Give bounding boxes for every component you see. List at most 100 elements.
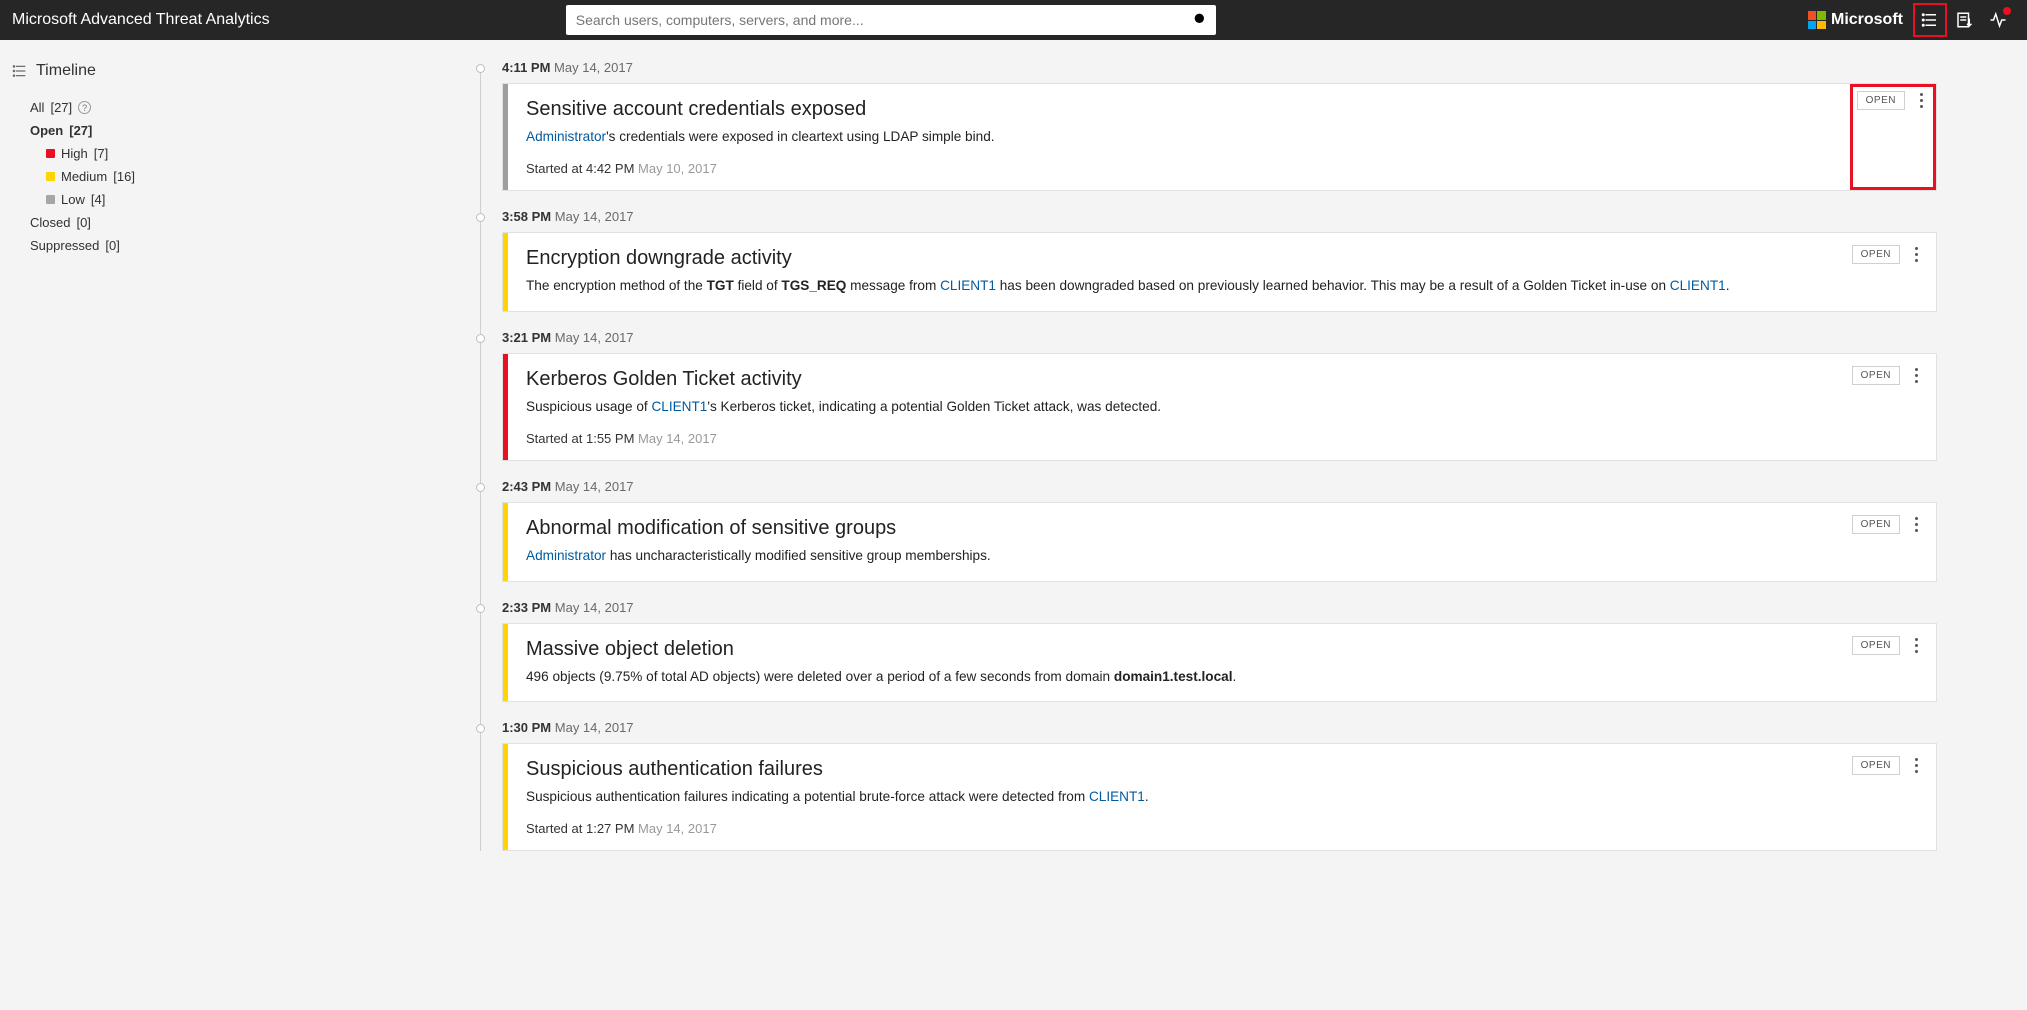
- health-alert-badge: [2003, 7, 2011, 15]
- entry-ts: 2:33 PM May 14, 2017: [502, 600, 1937, 615]
- more-menu-icon[interactable]: [1908, 245, 1924, 262]
- filter-closed-label: Closed: [30, 215, 70, 230]
- entry-time: 3:21 PM: [502, 330, 551, 345]
- search-input[interactable]: [566, 5, 1216, 35]
- card-actions: OPEN: [1852, 503, 1936, 580]
- entity-link[interactable]: Administrator: [526, 129, 606, 144]
- alert-card[interactable]: Kerberos Golden Ticket activity Suspicio…: [502, 353, 1937, 461]
- more-menu-icon[interactable]: [1908, 636, 1924, 653]
- filter-closed-count: [0]: [76, 215, 90, 230]
- started-time: 1:55 PM: [586, 431, 634, 446]
- severity-medium-icon: [46, 172, 55, 181]
- card-actions: OPEN: [1850, 84, 1936, 190]
- alert-card[interactable]: Abnormal modification of sensitive group…: [502, 502, 1937, 581]
- filter-open-count: [27]: [69, 123, 92, 138]
- filter-suppressed-count: [0]: [105, 238, 119, 253]
- microsoft-squares-icon: [1808, 11, 1826, 29]
- entry-date: May 14, 2017: [555, 479, 634, 494]
- filter-closed[interactable]: Closed [0]: [12, 211, 464, 234]
- alert-title: Suspicious authentication failures: [526, 758, 1834, 781]
- filter-suppressed-label: Suppressed: [30, 238, 99, 253]
- entry-ts: 4:11 PM May 14, 2017: [502, 60, 1937, 75]
- filter-all[interactable]: All [27] ?: [12, 96, 464, 119]
- entity-link[interactable]: CLIENT1: [651, 399, 707, 414]
- entry-date: May 14, 2017: [555, 209, 634, 224]
- alert-title: Sensitive account credentials exposed: [526, 98, 1832, 121]
- timeline-entry: 3:58 PM May 14, 2017 Encryption downgrad…: [480, 209, 1937, 311]
- filter-list: All [27] ? Open [27] High [7] Medium [16…: [12, 96, 464, 257]
- entry-time: 2:43 PM: [502, 479, 551, 494]
- timeline-node-icon: [476, 604, 485, 613]
- alert-card[interactable]: Massive object deletion 496 objects (9.7…: [502, 623, 1937, 702]
- alert-card[interactable]: Sensitive account credentials exposed Ad…: [502, 83, 1937, 191]
- sidebar-title-text: Timeline: [36, 62, 96, 80]
- entry-ts: 1:30 PM May 14, 2017: [502, 720, 1937, 735]
- timeline-icon: [12, 63, 28, 79]
- entry-time: 3:58 PM: [502, 209, 551, 224]
- entry-date: May 14, 2017: [555, 600, 634, 615]
- timeline-node-icon: [476, 64, 485, 73]
- status-open-button[interactable]: OPEN: [1852, 756, 1900, 775]
- alert-desc: 496 objects (9.75% of total AD objects) …: [526, 667, 1834, 687]
- health-icon[interactable]: [1981, 3, 2015, 37]
- filter-medium[interactable]: Medium [16]: [12, 165, 464, 188]
- filter-high-label: High: [61, 146, 88, 161]
- timeline-entry: 1:30 PM May 14, 2017 Suspicious authenti…: [480, 720, 1937, 851]
- timeline-entry: 4:11 PM May 14, 2017 Sensitive account c…: [480, 60, 1937, 191]
- card-actions: OPEN: [1852, 354, 1936, 460]
- card-actions: OPEN: [1852, 624, 1936, 701]
- status-open-button[interactable]: OPEN: [1852, 636, 1900, 655]
- timeline-entry: 2:43 PM May 14, 2017 Abnormal modificati…: [480, 479, 1937, 581]
- filter-low[interactable]: Low [4]: [12, 188, 464, 211]
- status-open-button[interactable]: OPEN: [1852, 515, 1900, 534]
- reports-icon[interactable]: [1947, 3, 1981, 37]
- started-time: 1:27 PM: [586, 821, 634, 836]
- filter-open[interactable]: Open [27]: [12, 119, 464, 142]
- timeline-node-icon: [476, 483, 485, 492]
- alert-card[interactable]: Encryption downgrade activity The encryp…: [502, 232, 1937, 311]
- filter-high[interactable]: High [7]: [12, 142, 464, 165]
- card-actions: OPEN: [1852, 233, 1936, 310]
- severity-low-icon: [46, 195, 55, 204]
- more-menu-icon[interactable]: [1908, 756, 1924, 773]
- alert-title: Abnormal modification of sensitive group…: [526, 517, 1834, 540]
- card-actions: OPEN: [1852, 744, 1936, 850]
- more-menu-icon[interactable]: [1913, 91, 1929, 108]
- entry-ts: 3:21 PM May 14, 2017: [502, 330, 1937, 345]
- filter-open-label: Open: [30, 123, 63, 138]
- alert-desc: Suspicious authentication failures indic…: [526, 787, 1834, 807]
- filter-high-count: [7]: [94, 146, 108, 161]
- alert-desc: Administrator has uncharacteristically m…: [526, 546, 1834, 566]
- filter-suppressed[interactable]: Suppressed [0]: [12, 234, 464, 257]
- timeline-nav-icon[interactable]: [1913, 3, 1947, 37]
- entity-link[interactable]: CLIENT1: [940, 278, 996, 293]
- alert-started: Started at 1:27 PM May 14, 2017: [526, 821, 1834, 836]
- filter-all-label: All: [30, 100, 44, 115]
- more-menu-icon[interactable]: [1908, 515, 1924, 532]
- alert-desc: Suspicious usage of CLIENT1's Kerberos t…: [526, 397, 1834, 417]
- status-open-button[interactable]: OPEN: [1852, 366, 1900, 385]
- alert-started: Started at 1:55 PM May 14, 2017: [526, 431, 1834, 446]
- timeline-node-icon: [476, 724, 485, 733]
- app-title: Microsoft Advanced Threat Analytics: [12, 11, 270, 29]
- timeline-column: 4:11 PM May 14, 2017 Sensitive account c…: [480, 60, 1937, 851]
- status-open-button[interactable]: OPEN: [1857, 91, 1905, 110]
- status-open-button[interactable]: OPEN: [1852, 245, 1900, 264]
- alert-title: Kerberos Golden Ticket activity: [526, 368, 1834, 391]
- more-menu-icon[interactable]: [1908, 366, 1924, 383]
- started-date: May 10, 2017: [638, 161, 717, 176]
- entry-time: 1:30 PM: [502, 720, 551, 735]
- entry-ts: 2:43 PM May 14, 2017: [502, 479, 1937, 494]
- topbar-right: Microsoft: [1808, 3, 2015, 37]
- timeline-entry: 3:21 PM May 14, 2017 Kerberos Golden Tic…: [480, 330, 1937, 461]
- entry-date: May 14, 2017: [554, 60, 633, 75]
- entity-link[interactable]: CLIENT1: [1089, 789, 1145, 804]
- entity-link[interactable]: Administrator: [526, 548, 606, 563]
- entity-link[interactable]: CLIENT1: [1670, 278, 1726, 293]
- help-icon[interactable]: ?: [78, 101, 91, 114]
- entry-date: May 14, 2017: [555, 720, 634, 735]
- search-icon[interactable]: [1192, 11, 1208, 30]
- alert-card[interactable]: Suspicious authentication failures Suspi…: [502, 743, 1937, 851]
- entry-date: May 14, 2017: [555, 330, 634, 345]
- started-date: May 14, 2017: [638, 431, 717, 446]
